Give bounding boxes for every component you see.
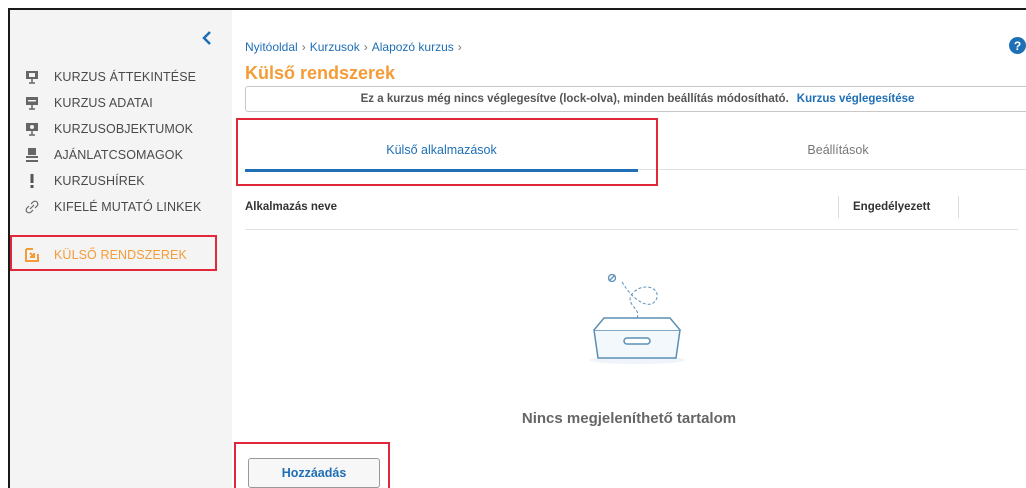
breadcrumb-separator: ›: [301, 40, 306, 54]
column-header-allowed[interactable]: Engedélyezett: [838, 196, 958, 218]
tab-kulso-alkalmazasok[interactable]: Külső alkalmazások: [245, 130, 638, 172]
table-header: Alkalmazás neve Engedélyezett: [245, 196, 1018, 230]
sidebar-item-label: KURZUSHÍREK: [54, 174, 145, 188]
sidebar-item-kurzus-adatai[interactable]: KURZUS ADATAI: [10, 90, 232, 116]
finalize-course-link[interactable]: Kurzus véglegesítése: [797, 93, 915, 105]
breadcrumb-home[interactable]: Nyitóoldal: [245, 40, 298, 54]
collapse-sidebar-icon[interactable]: [200, 30, 216, 46]
sidebar-item-kurzushirek[interactable]: KURZUSHÍREK: [10, 168, 232, 194]
sidebar-item-label: KURZUS ÁTTEKINTÉSE: [54, 70, 197, 84]
presentation-board-icon: [24, 121, 40, 137]
help-icon[interactable]: ?: [1009, 37, 1026, 54]
breadcrumb: Nyitóoldal › Kurzusok › Alapozó kurzus ›: [245, 40, 466, 54]
add-button[interactable]: Hozzáadás: [248, 458, 380, 488]
presentation-board-icon: [24, 69, 40, 85]
tab-bar: Külső alkalmazások Beállítások: [245, 130, 1026, 172]
link-icon: [24, 199, 40, 215]
column-divider: [958, 196, 959, 218]
lock-notice: Ez a kurzus még nincs véglegesítve (lock…: [245, 86, 1026, 112]
notice-text: Ez a kurzus még nincs véglegesítve (lock…: [360, 93, 789, 105]
sidebar-item-label: KURZUSOBJEKTUMOK: [54, 122, 194, 136]
breadcrumb-separator: ›: [457, 40, 462, 54]
app-window: KURZUS ÁTTEKINTÉSE KURZUS ADATAI KURZUSO…: [8, 8, 1026, 488]
sidebar-item-label: KIFELÉ MUTATÓ LINKEK: [54, 200, 202, 214]
sidebar-item-label: KÜLSŐ RENDSZEREK: [54, 248, 187, 262]
sidebar-item-ajanlatcsomagok[interactable]: AJÁNLATCSOMAGOK: [10, 142, 232, 168]
sidebar-item-kifele-mutato-linkek[interactable]: KIFELÉ MUTATÓ LINKEK: [10, 194, 232, 220]
empty-box-illustration: [589, 273, 685, 364]
tab-beallitasok[interactable]: Beállítások: [638, 130, 1026, 170]
sidebar-item-label: KURZUS ADATAI: [54, 96, 153, 110]
empty-state-text: Nincs megjeleníthető tartalom: [521, 410, 737, 427]
exclamation-icon: [24, 173, 40, 189]
main-content: Nyitóoldal › Kurzusok › Alapozó kurzus › ? Kü…: [232, 10, 1026, 488]
sidebar-item-kulso-rendszerek[interactable]: KÜLSŐ RENDSZEREK: [10, 242, 232, 268]
package-icon: [24, 147, 40, 163]
breadcrumb-separator: ›: [363, 40, 368, 54]
breadcrumb-current[interactable]: Alapozó kurzus: [372, 40, 454, 54]
page-title: Külső rendszerek: [245, 63, 396, 83]
sidebar-item-kurzusobjektumok[interactable]: KURZUSOBJEKTUMOK: [10, 116, 232, 142]
breadcrumb-courses[interactable]: Kurzusok: [310, 40, 360, 54]
sidebar: KURZUS ÁTTEKINTÉSE KURZUS ADATAI KURZUSO…: [10, 10, 232, 488]
external-system-icon: [24, 247, 40, 263]
sidebar-item-kurzus-attekintese[interactable]: KURZUS ÁTTEKINTÉSE: [10, 64, 232, 90]
sidebar-item-label: AJÁNLATCSOMAGOK: [54, 148, 184, 162]
presentation-board-icon: [24, 95, 40, 111]
column-header-name[interactable]: Alkalmazás neve: [245, 196, 337, 218]
